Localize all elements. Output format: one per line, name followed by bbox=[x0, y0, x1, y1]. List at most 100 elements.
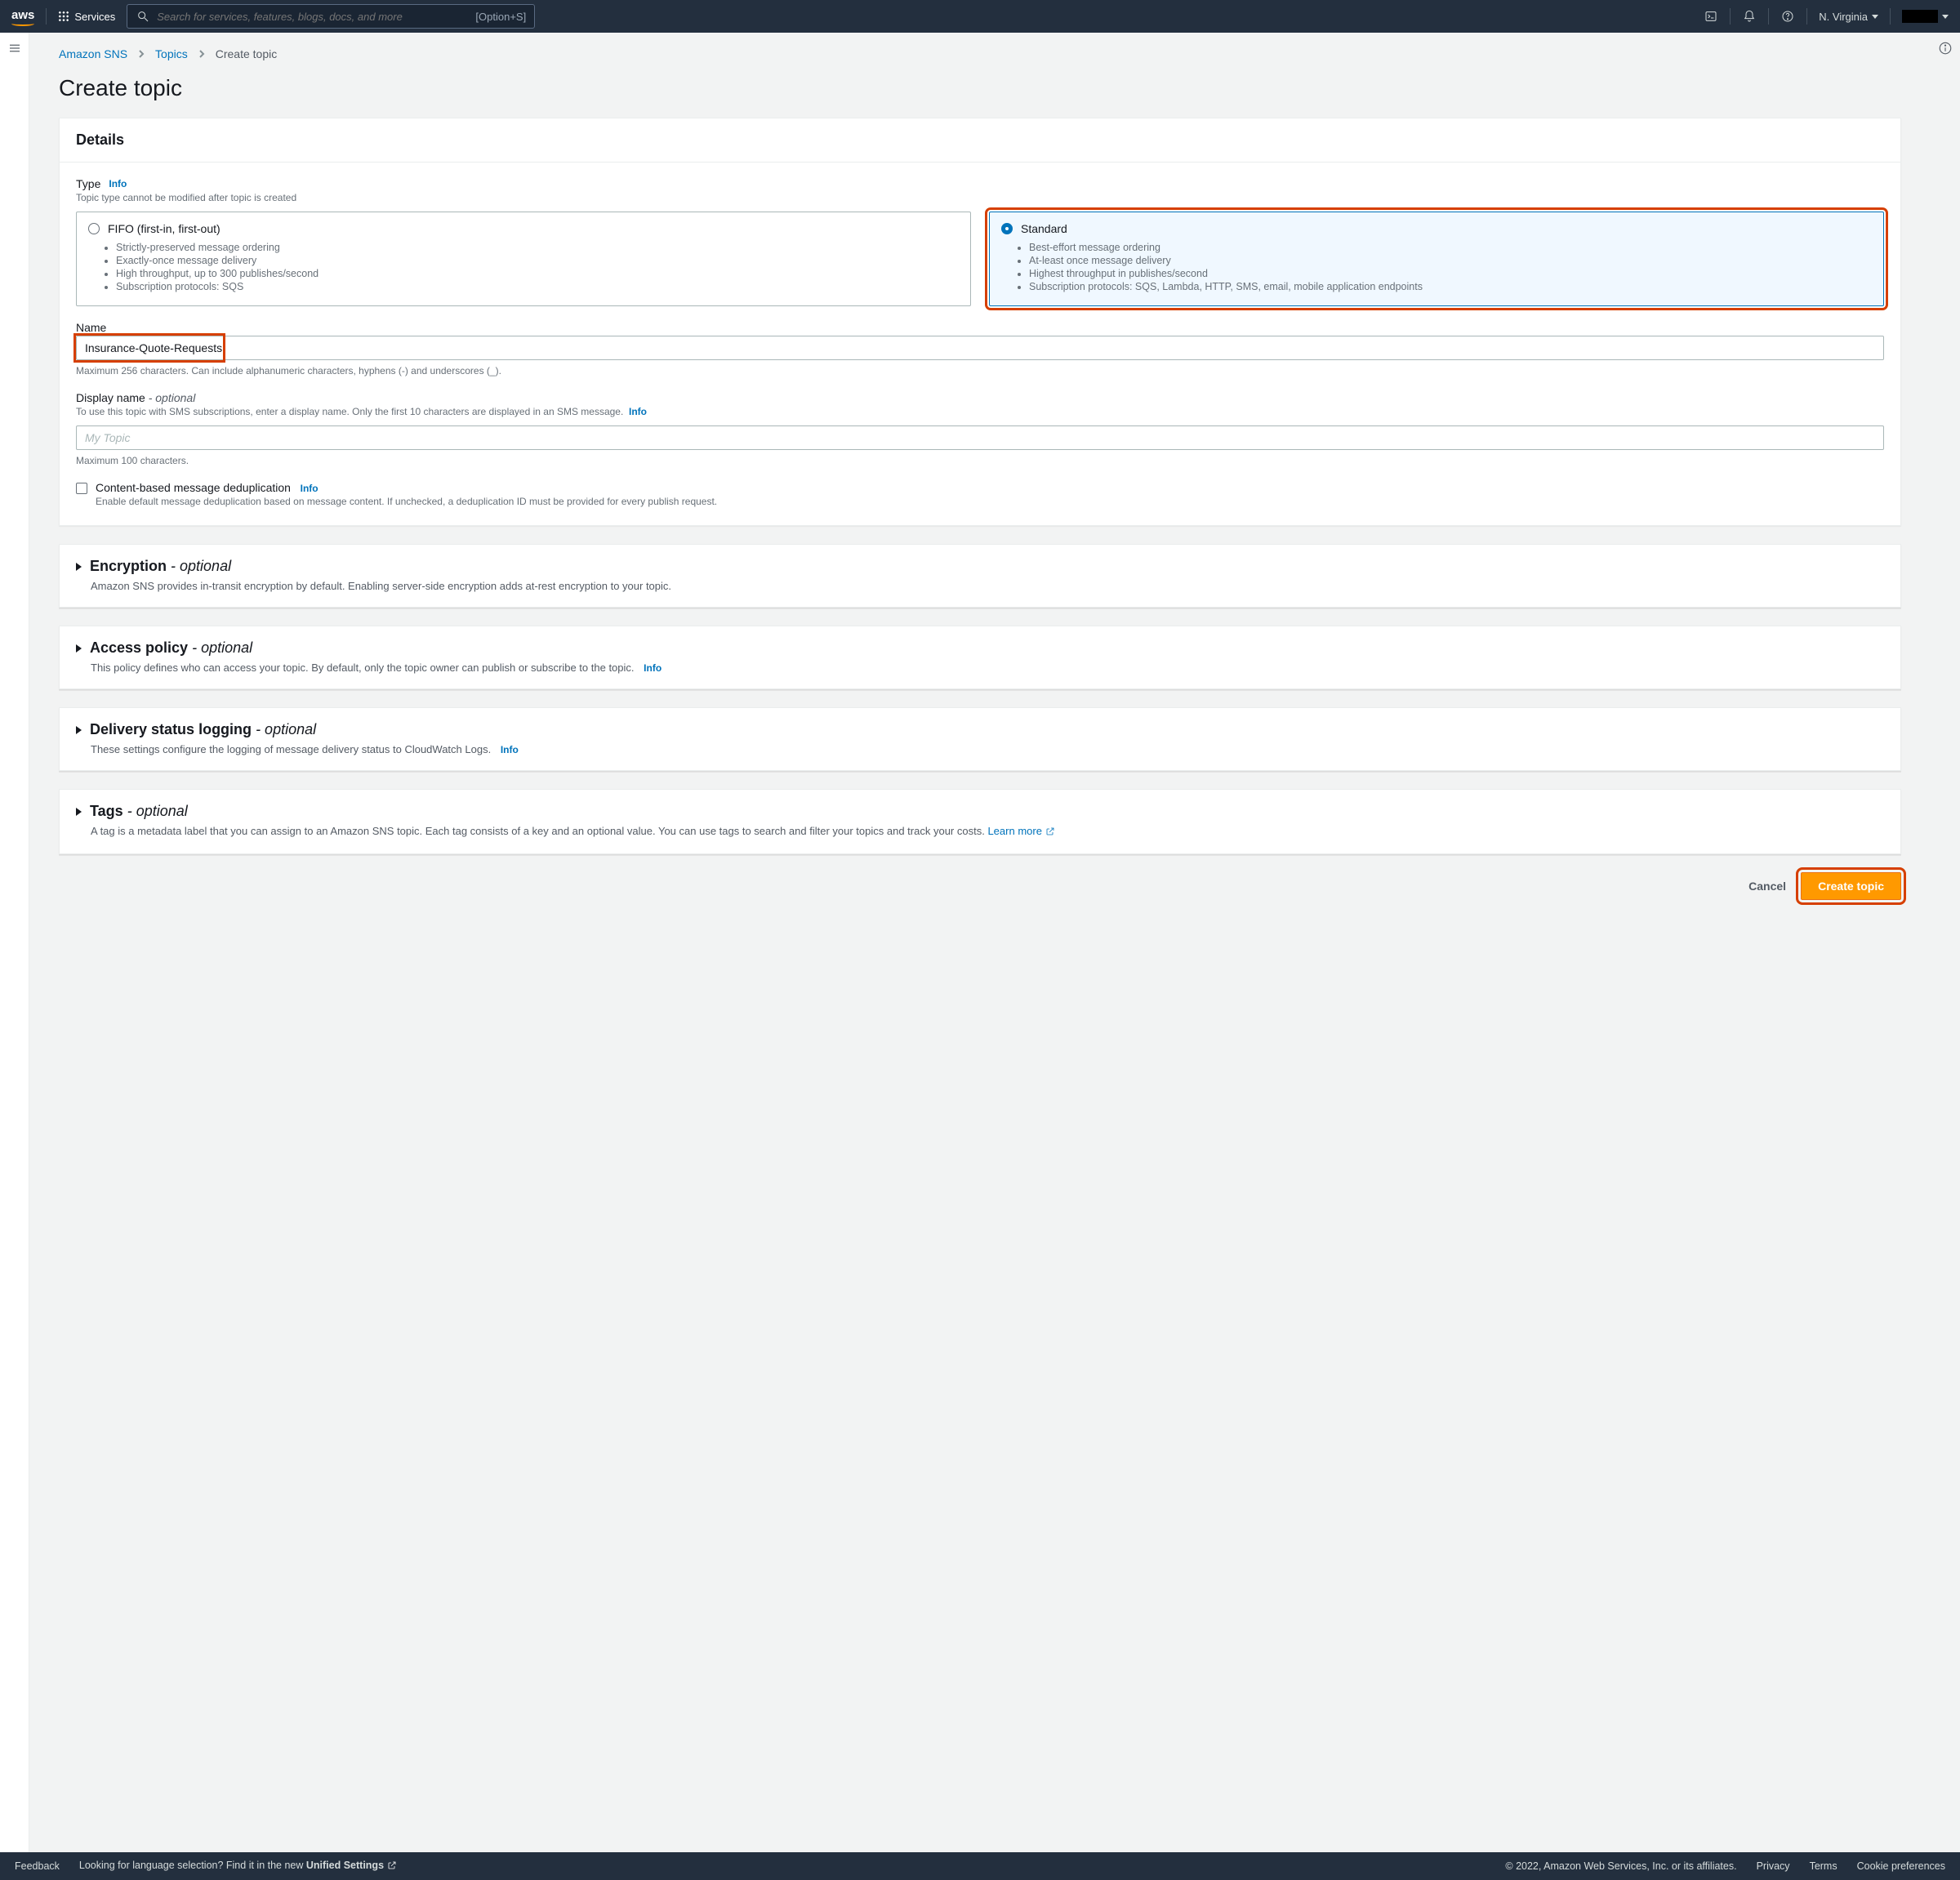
footer-bar: Feedback Looking for language selection?… bbox=[0, 1852, 1960, 1880]
hamburger-icon[interactable] bbox=[7, 45, 22, 58]
create-topic-button[interactable]: Create topic bbox=[1801, 872, 1901, 900]
delivery-panel: Delivery status logging - optional These… bbox=[59, 707, 1901, 771]
fifo-bullet: Strictly-preserved message ordering bbox=[116, 242, 959, 253]
fifo-bullet: Exactly-once message delivery bbox=[116, 255, 959, 266]
region-label: N. Virginia bbox=[1819, 11, 1868, 23]
fifo-bullet: Subscription protocols: SQS bbox=[116, 281, 959, 292]
tags-panel: Tags - optional A tag is a metadata labe… bbox=[59, 789, 1901, 854]
divider bbox=[1768, 8, 1769, 25]
encryption-desc: Amazon SNS provides in-transit encryptio… bbox=[91, 580, 1884, 592]
right-rail bbox=[1931, 33, 1960, 1852]
display-name-label: Display name bbox=[76, 391, 145, 404]
display-hint: Maximum 100 characters. bbox=[76, 455, 1884, 466]
radio-fifo[interactable]: FIFO (first-in, first-out) Strictly-pres… bbox=[76, 212, 971, 306]
breadcrumb-sns[interactable]: Amazon SNS bbox=[59, 47, 127, 60]
region-selector[interactable]: N. Virginia bbox=[1819, 11, 1878, 23]
cookie-link[interactable]: Cookie preferences bbox=[1857, 1860, 1945, 1872]
divider bbox=[1806, 8, 1807, 25]
type-desc: Topic type cannot be modified after topi… bbox=[76, 192, 1884, 203]
standard-title: Standard bbox=[1021, 222, 1067, 235]
name-input[interactable] bbox=[76, 336, 1884, 360]
dedup-desc: Enable default message deduplication bas… bbox=[96, 496, 717, 507]
delivery-toggle[interactable]: Delivery status logging - optional bbox=[76, 721, 1884, 738]
caret-right-icon bbox=[76, 808, 82, 816]
access-policy-toggle[interactable]: Access policy - optional bbox=[76, 639, 1884, 657]
feedback-link[interactable]: Feedback bbox=[15, 1860, 60, 1872]
search-shortcut: [Option+S] bbox=[475, 11, 526, 23]
breadcrumb: Amazon SNS Topics Create topic bbox=[59, 47, 1901, 60]
display-name-desc: To use this topic with SMS subscriptions… bbox=[76, 406, 623, 417]
access-title: Access policy bbox=[90, 639, 188, 656]
caret-right-icon bbox=[76, 726, 82, 734]
encryption-title: Encryption bbox=[90, 558, 167, 574]
optional-marker: - optional bbox=[149, 391, 196, 404]
chevron-down-icon bbox=[1872, 15, 1878, 19]
copyright: © 2022, Amazon Web Services, Inc. or its… bbox=[1505, 1860, 1736, 1872]
aws-logo[interactable]: aws bbox=[11, 8, 34, 25]
terms-link[interactable]: Terms bbox=[1810, 1860, 1838, 1872]
cloudshell-icon[interactable] bbox=[1704, 9, 1718, 24]
name-hint: Maximum 256 characters. Can include alph… bbox=[76, 365, 1884, 376]
chevron-down-icon bbox=[1942, 15, 1949, 19]
tags-title: Tags bbox=[90, 803, 123, 819]
optional-marker: - optional bbox=[127, 803, 188, 819]
display-name-input[interactable] bbox=[76, 425, 1884, 450]
delivery-desc: These settings configure the logging of … bbox=[91, 743, 491, 755]
standard-bullet: Subscription protocols: SQS, Lambda, HTT… bbox=[1029, 281, 1872, 292]
fifo-bullet: High throughput, up to 300 publishes/sec… bbox=[116, 268, 959, 279]
optional-marker: - optional bbox=[256, 721, 316, 737]
type-label: Type bbox=[76, 177, 100, 190]
dedup-label: Content-based message deduplication bbox=[96, 481, 291, 494]
bell-icon[interactable] bbox=[1742, 9, 1757, 24]
standard-bullet: At-least once message delivery bbox=[1029, 255, 1872, 266]
left-rail bbox=[0, 33, 29, 1852]
page-title: Create topic bbox=[59, 75, 1901, 101]
search-input[interactable] bbox=[157, 11, 469, 23]
services-label: Services bbox=[74, 11, 115, 23]
learn-more-link[interactable]: Learn more bbox=[987, 825, 1054, 837]
standard-bullet: Best-effort message ordering bbox=[1029, 242, 1872, 253]
cancel-button[interactable]: Cancel bbox=[1745, 873, 1789, 899]
dedup-checkbox[interactable] bbox=[76, 483, 87, 494]
external-link-icon bbox=[1045, 826, 1055, 839]
standard-bullet: Highest throughput in publishes/second bbox=[1029, 268, 1872, 279]
main-content: Amazon SNS Topics Create topic Create to… bbox=[29, 33, 1931, 1852]
search-icon bbox=[136, 9, 150, 24]
access-policy-panel: Access policy - optional This policy def… bbox=[59, 626, 1901, 689]
top-nav: aws Services [Option+S] N. Virginia bbox=[0, 0, 1960, 33]
delivery-info-link[interactable]: Info bbox=[501, 744, 519, 755]
tags-toggle[interactable]: Tags - optional bbox=[76, 803, 1884, 820]
encryption-panel: Encryption - optional Amazon SNS provide… bbox=[59, 544, 1901, 608]
global-search[interactable]: [Option+S] bbox=[127, 4, 535, 29]
account-redacted bbox=[1902, 10, 1938, 23]
caret-right-icon bbox=[76, 644, 82, 653]
display-info-link[interactable]: Info bbox=[629, 406, 647, 417]
name-label: Name bbox=[76, 321, 106, 334]
divider bbox=[1890, 8, 1891, 25]
type-info-link[interactable]: Info bbox=[109, 178, 127, 189]
unified-settings-link[interactable]: Unified Settings bbox=[306, 1860, 397, 1871]
privacy-link[interactable]: Privacy bbox=[1757, 1860, 1790, 1872]
breadcrumb-topics[interactable]: Topics bbox=[155, 47, 188, 60]
help-icon[interactable] bbox=[1780, 9, 1795, 24]
divider bbox=[1730, 8, 1731, 25]
account-menu[interactable] bbox=[1902, 10, 1949, 23]
services-menu[interactable]: Services bbox=[58, 11, 115, 23]
grid-icon bbox=[58, 11, 69, 22]
radio-icon bbox=[1001, 223, 1013, 234]
optional-marker: - optional bbox=[171, 558, 231, 574]
radio-icon bbox=[88, 223, 100, 234]
dedup-info-link[interactable]: Info bbox=[301, 483, 318, 494]
chevron-right-icon bbox=[137, 47, 145, 60]
info-icon[interactable] bbox=[1938, 45, 1953, 58]
optional-marker: - optional bbox=[192, 639, 252, 656]
encryption-toggle[interactable]: Encryption - optional bbox=[76, 558, 1884, 575]
radio-standard[interactable]: Standard Best-effort message ordering At… bbox=[989, 212, 1884, 306]
chevron-right-icon bbox=[198, 47, 206, 60]
lang-hint: Looking for language selection? Find it … bbox=[79, 1860, 306, 1871]
access-desc: This policy defines who can access your … bbox=[91, 662, 635, 674]
breadcrumb-current: Create topic bbox=[216, 47, 277, 60]
details-panel: Details Type Info Topic type cannot be m… bbox=[59, 118, 1901, 526]
fifo-title: FIFO (first-in, first-out) bbox=[108, 222, 220, 235]
access-info-link[interactable]: Info bbox=[644, 662, 662, 674]
